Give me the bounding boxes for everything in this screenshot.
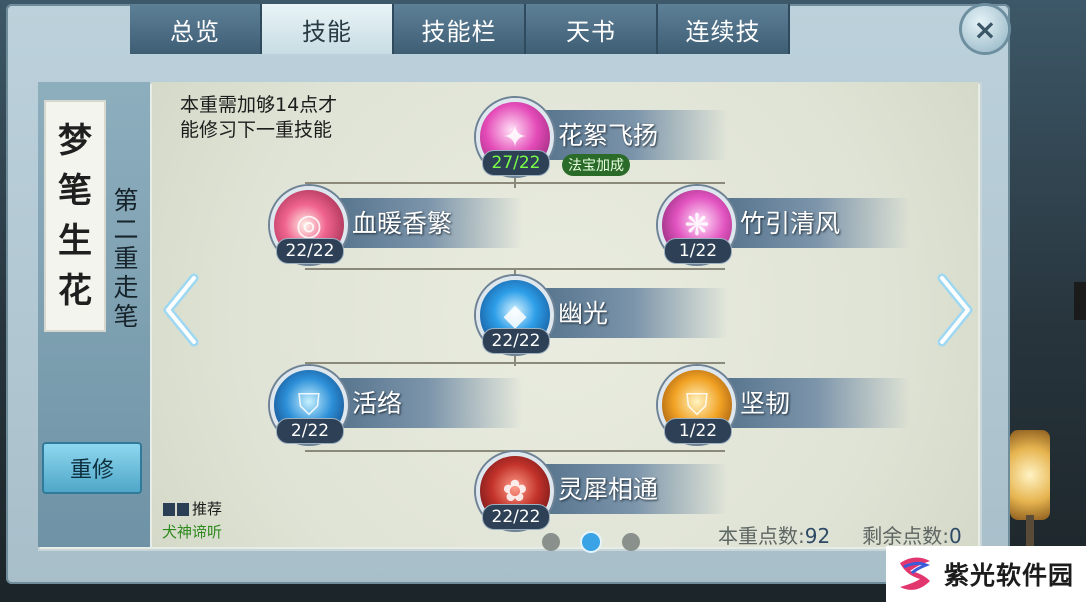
skill-node[interactable]: ⛉ 坚韧 1/22: [658, 366, 918, 444]
subtitle-char: 走: [113, 273, 139, 302]
skill-level-badge: 27/22: [482, 150, 550, 176]
watermark-logo-icon: [900, 557, 931, 590]
tab-skills[interactable]: 技能: [262, 4, 394, 54]
tab-skill-bar[interactable]: 技能栏: [394, 4, 526, 54]
subtitle-char: 第: [113, 186, 139, 215]
close-button[interactable]: ×: [962, 6, 1008, 52]
lantern-decoration: [1010, 430, 1050, 520]
reset-skills-button[interactable]: 重修: [42, 442, 142, 494]
skill-level-badge: 22/22: [276, 238, 344, 264]
page-dot[interactable]: [542, 533, 560, 551]
next-page-arrow[interactable]: [932, 272, 976, 348]
book-title-char: 花: [58, 271, 92, 311]
skill-name: 血暖香繁: [352, 209, 453, 238]
recommendation[interactable]: 推荐 犬神谛听: [162, 498, 222, 542]
page-dot-active[interactable]: [582, 533, 600, 551]
close-icon: ×: [973, 12, 997, 46]
book-subtitle: 第 二 重 走 笔: [108, 186, 144, 331]
requirement-text: 本重需加够14点才 能修习下一重技能: [180, 93, 370, 143]
skill-name: 灵犀相通: [558, 475, 659, 504]
tree-connector: [514, 356, 516, 366]
skill-level-badge: 22/22: [482, 504, 550, 530]
subtitle-char: 二: [113, 215, 139, 244]
skill-node[interactable]: ✿ 灵犀相通 22/22: [476, 452, 736, 530]
skill-name: 坚韧: [740, 389, 791, 418]
remaining-points: 剩余点数:0: [862, 520, 961, 549]
page-indicator: [542, 533, 640, 551]
skill-level-badge: 1/22: [664, 418, 732, 444]
skill-level-badge: 1/22: [664, 238, 732, 264]
recommended-build-name: 犬神谛听: [162, 523, 223, 541]
book-title-char: 笔: [58, 171, 92, 211]
skill-node[interactable]: ◎ 血暖香繁 22/22: [270, 186, 530, 264]
subtitle-char: 重: [113, 244, 139, 273]
skill-node[interactable]: ✦ 花絮飞扬 27/22 法宝加成: [476, 98, 736, 176]
chevron-right-icon: [937, 273, 973, 347]
skill-node[interactable]: ❋ 竹引清风 1/22: [658, 186, 918, 264]
subtitle-char: 笔: [113, 302, 139, 331]
tab-heavenly-book[interactable]: 天书: [526, 4, 658, 54]
previous-page-arrow[interactable]: [160, 272, 204, 348]
skill-name: 活络: [352, 389, 403, 418]
open-book-icon: [163, 502, 189, 516]
book-title-scroll: 梦 笔 生 花: [44, 100, 106, 332]
tab-combo-skills[interactable]: 连续技: [658, 4, 790, 54]
remaining-points-value: 0: [948, 524, 962, 548]
page-dot[interactable]: [622, 533, 640, 551]
tree-connector: [305, 182, 725, 184]
requirement-line: 本重需加够14点才: [180, 94, 338, 116]
current-points-label: 本重点数:: [718, 524, 805, 548]
skill-name: 竹引清风: [740, 209, 841, 238]
book-title-char: 梦: [58, 121, 92, 161]
artifact-bonus-badge: 法宝加成: [562, 154, 630, 176]
skill-level-badge: 22/22: [482, 328, 550, 354]
skill-node[interactable]: ⛉ 活络 2/22: [270, 366, 530, 444]
watermark: 紫光软件园: [886, 546, 1086, 602]
recommendation-label: 推荐: [192, 500, 223, 518]
watermark-text: 紫光软件园: [944, 561, 1075, 590]
remaining-points-label: 剩余点数:: [862, 524, 949, 548]
skill-name: 花絮飞扬: [558, 121, 659, 150]
recommendation-title: 推荐: [162, 498, 222, 519]
tab-bar: 总览 技能 技能栏 天书 连续技: [130, 4, 790, 54]
skill-level-badge: 2/22: [276, 418, 344, 444]
chevron-left-icon: [163, 273, 199, 347]
book-title-char: 生: [58, 221, 92, 261]
skill-name: 幽光: [558, 299, 609, 328]
current-points: 本重点数:92: [718, 520, 830, 549]
current-points-value: 92: [804, 524, 831, 548]
tab-overview[interactable]: 总览: [130, 4, 262, 54]
skill-node[interactable]: ◆ 幽光 22/22: [476, 276, 736, 354]
points-summary: 本重点数:92 剩余点数:0: [718, 520, 962, 549]
requirement-line: 能修习下一重技能: [180, 119, 333, 141]
side-panel-handle[interactable]: [1074, 282, 1086, 320]
